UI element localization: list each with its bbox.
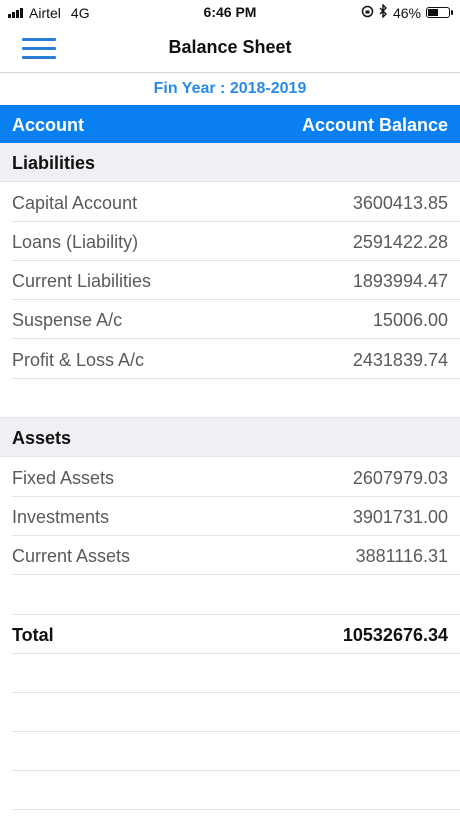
table-row[interactable]: Investments 3901731.00 [0, 497, 460, 535]
total-label: Total [12, 625, 54, 645]
account-name: Suspense A/c [12, 310, 123, 330]
status-right: 46% [361, 3, 453, 21]
bluetooth-icon [379, 3, 388, 21]
divider [0, 181, 460, 182]
divider [12, 653, 460, 654]
table-row[interactable]: Suspense A/c 15006.00 [0, 300, 460, 338]
account-balance: 3600413.85 [352, 193, 448, 213]
divider [12, 731, 460, 732]
account-name: Capital Account [12, 193, 138, 213]
table-header: Account Account Balance [0, 105, 460, 143]
total-value: 10532676.34 [342, 625, 448, 645]
section-title: Assets [12, 428, 72, 448]
account-name: Current Assets [12, 546, 131, 566]
lock-rotation-icon [361, 5, 374, 21]
account-balance: 2591422.28 [352, 232, 448, 252]
account-balance: 2607979.03 [352, 468, 448, 488]
table-row[interactable]: Current Liabilities 1893994.47 [0, 261, 460, 299]
account-name: Investments [12, 507, 110, 527]
status-bar: Airtel 4G 6:46 PM 46% [0, 0, 460, 26]
divider [12, 809, 460, 810]
section-header-assets: Assets [0, 418, 460, 456]
table-row[interactable]: Current Assets 3881116.31 [0, 536, 460, 574]
section-title: Liabilities [12, 153, 96, 173]
battery-icon [426, 7, 453, 18]
battery-percent: 46% [392, 4, 421, 21]
column-header-balance: Account Balance [301, 115, 448, 135]
account-balance: 2431839.74 [352, 350, 448, 370]
table-row[interactable]: Loans (Liability) 2591422.28 [0, 222, 460, 260]
divider [12, 338, 460, 339]
divider [12, 770, 460, 771]
total-row: Total 10532676.34 [0, 615, 460, 653]
account-balance: 3901731.00 [352, 507, 448, 527]
navigation-bar: Balance Sheet [0, 26, 460, 73]
table-row[interactable]: Profit & Loss A/c 2431839.74 [0, 340, 460, 378]
table-row[interactable]: Capital Account 3600413.85 [0, 183, 460, 221]
page-title: Balance Sheet [168, 37, 292, 57]
account-balance: 1893994.47 [352, 271, 448, 291]
account-balance: 3881116.31 [355, 546, 448, 566]
table-row[interactable]: Fixed Assets 2607979.03 [0, 458, 460, 496]
section-header-liabilities: Liabilities [0, 143, 460, 181]
divider [0, 456, 460, 457]
account-name: Profit & Loss A/c [12, 350, 145, 370]
column-header-account: Account [12, 115, 84, 135]
fin-year-label: Fin Year : 2018-2019 [153, 80, 307, 97]
divider [12, 378, 460, 379]
account-name: Current Liabilities [12, 271, 152, 291]
divider [12, 692, 460, 693]
account-balance: 15006.00 [372, 310, 448, 330]
account-name: Fixed Assets [12, 468, 115, 488]
divider [12, 574, 460, 575]
account-name: Loans (Liability) [12, 232, 139, 252]
